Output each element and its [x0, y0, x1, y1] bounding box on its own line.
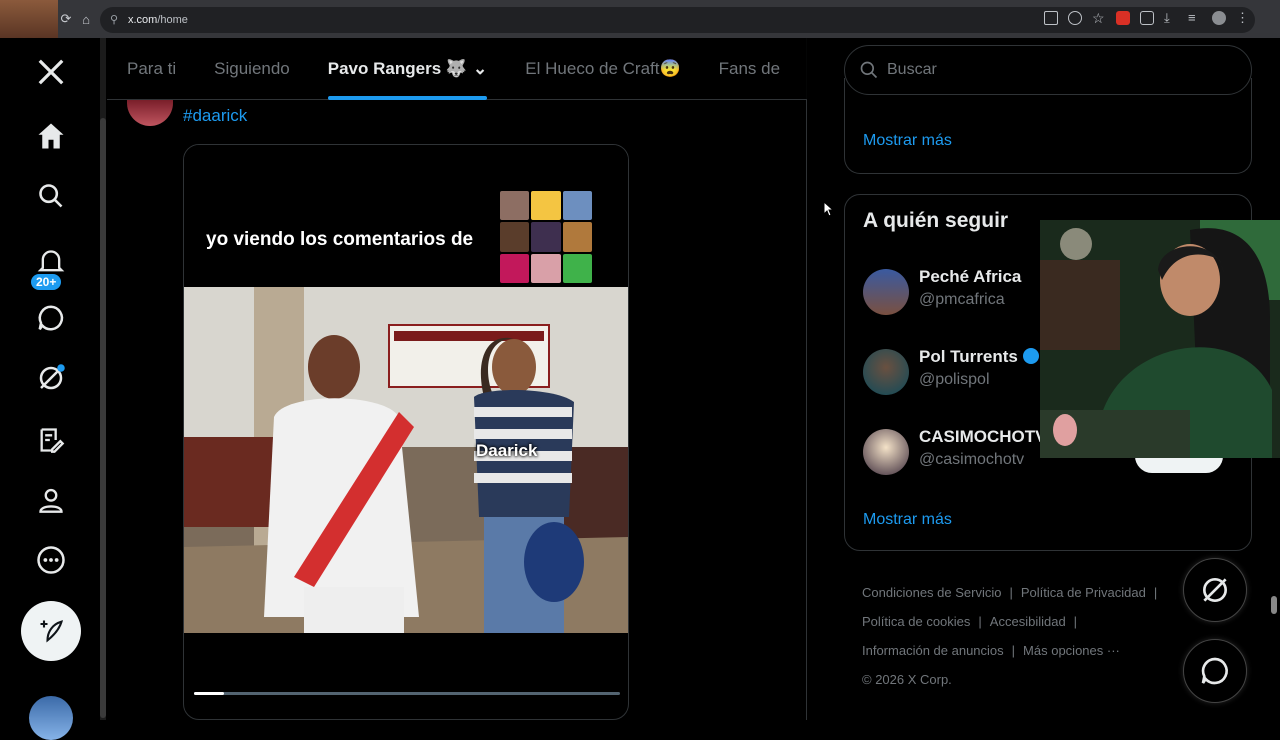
- home-icon[interactable]: [31, 116, 71, 156]
- cast-icon[interactable]: [1044, 11, 1058, 25]
- notifications-badge: 20+: [31, 274, 62, 290]
- accessibility-link[interactable]: Accesibilidad: [990, 614, 1066, 629]
- page-scrollbar-thumb[interactable]: [1271, 596, 1277, 614]
- user-avatar[interactable]: [863, 269, 909, 315]
- messages-fab[interactable]: [1183, 639, 1247, 703]
- x-logo-icon[interactable]: [31, 52, 71, 92]
- sidebar-scrollbar[interactable]: [100, 38, 106, 720]
- user-handle: @casimochotv: [919, 451, 1025, 468]
- tab-label: Fans de: [718, 58, 781, 78]
- privacy-link[interactable]: Política de Privacidad: [1021, 585, 1146, 600]
- browser-menu-icon[interactable]: ⋮: [1236, 11, 1250, 25]
- video-caption: Daarick: [476, 441, 538, 460]
- tab-label: Para ti: [127, 58, 177, 78]
- zoom-icon[interactable]: [1068, 11, 1082, 25]
- mouse-cursor-icon: [823, 201, 835, 217]
- user-name[interactable]: Peché Africa: [919, 267, 1021, 287]
- account-avatar[interactable]: [29, 696, 73, 740]
- meme-header: yo viendo los comentarios de: [184, 145, 628, 287]
- tab-3[interactable]: El Hueco de Craft😨: [525, 38, 680, 100]
- tweet-media[interactable]: yo viendo los comentarios de Daarick: [183, 144, 629, 720]
- url-text: x.com/home: [128, 14, 188, 26]
- show-more-link-1[interactable]: Mostrar más: [863, 132, 952, 150]
- main-timeline: #daarick yo viendo los comentarios de Da…: [107, 38, 807, 720]
- video-progress-fill: [194, 692, 224, 695]
- user-handle: @polispol: [919, 371, 990, 388]
- streamer-webcam: [1040, 220, 1280, 458]
- terms-link[interactable]: Condiciones de Servicio: [862, 585, 1001, 600]
- tab-label: Pavo Rangers 🐺: [327, 58, 468, 78]
- show-more-link-2[interactable]: Mostrar más: [863, 511, 952, 529]
- tweet-hashtag[interactable]: #daarick: [183, 106, 247, 126]
- feather-plus-icon: [40, 620, 64, 643]
- tab-0[interactable]: Para ti: [127, 38, 176, 100]
- search-icon[interactable]: [31, 176, 71, 216]
- search-icon: [860, 61, 878, 79]
- copyright-text: © 2026 X Corp.: [862, 672, 952, 687]
- browser-action-icons: ☆ ⤓ ≡ ⋮: [1044, 11, 1250, 25]
- video-progress-bar[interactable]: [194, 692, 620, 695]
- grok-icon[interactable]: [31, 358, 71, 398]
- ads-info-link[interactable]: Información de anuncios: [862, 643, 1004, 658]
- timeline-tabs: Para ti Siguiendo Pavo Rangers 🐺 ⌄ El Hueco…: [107, 38, 807, 100]
- search-box[interactable]: Buscar: [844, 45, 1252, 95]
- user-avatar[interactable]: [863, 349, 909, 395]
- chat-icon: [1201, 657, 1228, 685]
- meme-text: yo viendo los comentarios de: [206, 229, 474, 250]
- extensions-puzzle-icon[interactable]: [1140, 11, 1154, 25]
- tweet-avatar[interactable]: [127, 100, 173, 126]
- more-icon[interactable]: [31, 540, 71, 580]
- user-handle: @pmcafrica: [919, 291, 1005, 308]
- grok-fab[interactable]: [1183, 558, 1247, 622]
- active-tab-indicator: [327, 95, 488, 100]
- bookmark-star-icon[interactable]: ☆: [1092, 11, 1106, 25]
- chevron-down-icon[interactable]: ⌄: [473, 59, 487, 79]
- tab-label: Siguiendo: [214, 58, 290, 78]
- tab-2[interactable]: Pavo Rangers 🐺 ⌄: [327, 38, 488, 100]
- profile-avatar-icon[interactable]: [1212, 11, 1226, 25]
- user-avatar[interactable]: [863, 429, 909, 475]
- verified-badge-icon: [1022, 348, 1039, 364]
- media-control-icon[interactable]: ≡: [1188, 11, 1202, 25]
- home-browser-icon[interactable]: ⌂: [73, 6, 99, 32]
- extension-red-icon[interactable]: [1116, 11, 1130, 25]
- profile-icon[interactable]: [31, 480, 71, 520]
- browser-toolbar: ⟳ ⌂ ⚲ x.com/home ☆ ⤓ ≡ ⋮: [0, 0, 1280, 38]
- post-button[interactable]: [21, 601, 81, 661]
- video-frame[interactable]: Daarick: [184, 287, 628, 633]
- who-to-follow-title: A quién seguir: [863, 209, 1009, 232]
- streamer-cam-thumbnail: [0, 0, 58, 38]
- chat-icon[interactable]: [31, 298, 71, 338]
- compose-list-icon[interactable]: [31, 420, 71, 460]
- tab-1[interactable]: Siguiendo: [214, 38, 290, 100]
- meme-face-grid: [500, 191, 592, 283]
- more-options-link[interactable]: Más opciones ···: [1023, 643, 1120, 658]
- grok-icon: [1203, 578, 1227, 602]
- left-sidebar: 20+: [0, 38, 100, 740]
- footer-links: Condiciones de Servicio | Política de Priv…: [862, 585, 1158, 687]
- user-name[interactable]: Pol Turrents: [919, 347, 1039, 367]
- search-placeholder: Buscar: [887, 61, 937, 78]
- site-info-icon[interactable]: ⚲: [110, 13, 118, 26]
- download-icon[interactable]: ⤓: [1164, 11, 1178, 25]
- user-name[interactable]: CASIMOCHOTV: [919, 427, 1047, 447]
- cookies-link[interactable]: Política de cookies: [862, 614, 970, 629]
- tab-label: El Hueco de Craft😨: [525, 58, 681, 78]
- tab-4[interactable]: Fans de: [719, 38, 780, 100]
